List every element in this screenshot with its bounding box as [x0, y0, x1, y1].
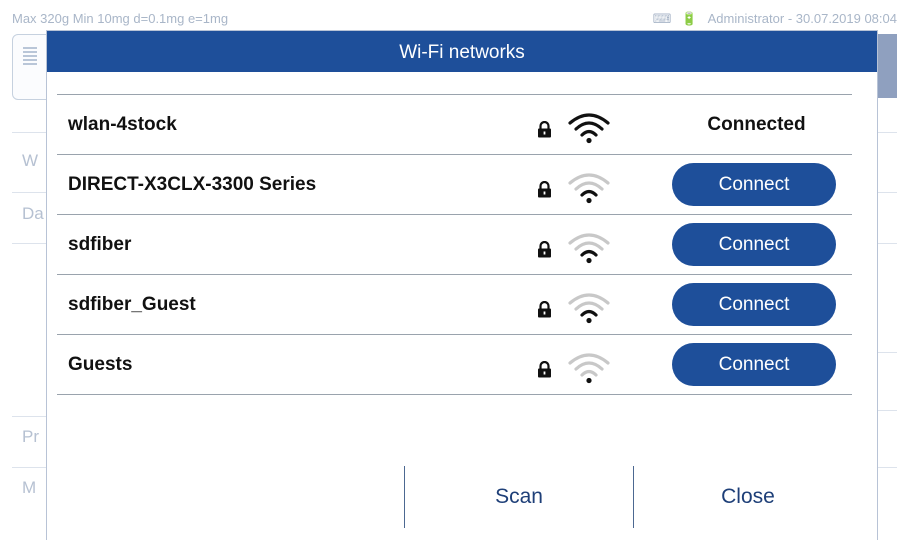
connect-button[interactable]: Connect: [672, 343, 836, 386]
network-name: sdfiber: [68, 234, 132, 255]
connect-button[interactable]: Connect: [672, 163, 836, 206]
scan-button[interactable]: Scan: [405, 466, 633, 528]
background-divider: [877, 467, 897, 468]
keyboard-icon: ⌨: [652, 11, 674, 26]
network-row[interactable]: DIRECT-X3CLX-3300 Series Connect: [57, 155, 852, 215]
wifi-signal-icon: [568, 113, 610, 144]
network-row[interactable]: Guests Connect: [57, 335, 852, 395]
wifi-signal-icon: [568, 293, 610, 324]
date-time: 30.07.2019 08:04: [795, 11, 897, 26]
wifi-signal-icon: [568, 233, 610, 264]
dialog-footer: Scan Close: [47, 466, 877, 540]
network-name: Guests: [68, 354, 133, 375]
list-icon: [23, 47, 37, 67]
background-divider: [877, 410, 897, 411]
network-name: DIRECT-X3CLX-3300 Series: [68, 174, 317, 195]
close-button[interactable]: Close: [634, 466, 862, 528]
wifi-signal-icon: [568, 173, 610, 204]
status-bar: Max 320g Min 10mg d=0.1mg e=1mg ⌨ 🔋 Admini…: [0, 0, 897, 34]
lock-icon: [538, 121, 551, 138]
connect-button[interactable]: Connect: [672, 223, 836, 266]
lock-icon: [538, 301, 551, 318]
network-row[interactable]: sdfiber_Guest Connect: [57, 275, 852, 335]
lock-icon: [538, 361, 551, 378]
background-item-label: M: [22, 478, 37, 497]
network-list: wlan-4stock Connected DIRECT-X3CLX-3300 …: [57, 94, 852, 395]
network-name: wlan-4stock: [68, 114, 177, 135]
background-item-label: Pr: [22, 427, 39, 446]
background-divider: [877, 192, 897, 193]
user-name: Administrator: [707, 11, 785, 26]
lock-icon: [538, 181, 551, 198]
background-divider: [877, 98, 878, 540]
background-divider: [12, 192, 48, 193]
network-row[interactable]: wlan-4stock Connected: [57, 95, 852, 155]
scale-info: Max 320g Min 10mg d=0.1mg e=1mg: [12, 11, 229, 26]
status-right: ⌨ 🔋 Administrator - 30.07.2019 08:04: [653, 11, 897, 27]
connect-button[interactable]: Connect: [672, 283, 836, 326]
background-divider: [12, 467, 48, 468]
background-divider: [877, 132, 897, 133]
background-menu-card: [12, 34, 50, 100]
network-row[interactable]: sdfiber Connect: [57, 215, 852, 275]
wifi-signal-icon: [568, 353, 610, 384]
network-name: sdfiber_Guest: [68, 294, 196, 315]
background-home-tab: [878, 34, 897, 98]
dialog-title: Wi-Fi networks: [47, 31, 877, 72]
wifi-networks-dialog: Wi-Fi networks wlan-4stock Connected DIR…: [47, 31, 877, 540]
status-separator: -: [787, 11, 793, 26]
background-divider: [877, 352, 897, 353]
connected-status: Connected: [707, 114, 806, 135]
background-divider: [12, 132, 48, 133]
wifi-status-icon: 🔋: [681, 11, 700, 26]
background-item-label: Da: [22, 204, 44, 223]
background-item-label: W: [22, 151, 39, 170]
lock-icon: [538, 241, 551, 258]
background-divider: [12, 243, 48, 244]
background-divider: [12, 416, 48, 417]
background-divider: [877, 243, 897, 244]
